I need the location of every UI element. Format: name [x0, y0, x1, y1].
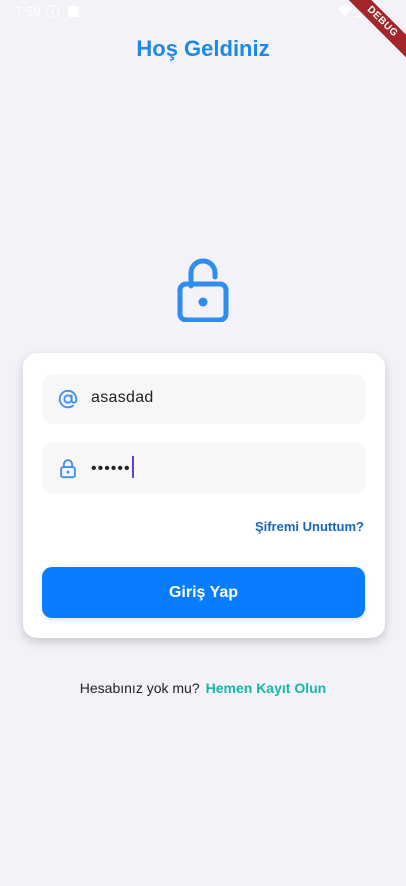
at-sign-icon [58, 389, 78, 409]
password-dots: •••••• [91, 460, 131, 478]
wifi-icon [338, 5, 352, 17]
notification-icon [68, 6, 79, 17]
status-time: 7:59 [15, 4, 41, 19]
login-screen: 7:59 i DEBUG Hoş Geldiniz asasdad ••••••… [0, 0, 406, 886]
email-value: asasdad [91, 389, 154, 406]
login-card: asasdad •••••• Şifremi Unuttum? Giriş Ya… [23, 353, 385, 638]
lock-open-icon [177, 258, 229, 322]
info-icon: i [46, 5, 59, 18]
login-button[interactable]: Giriş Yap [42, 567, 365, 618]
status-bar: 7:59 i [0, 0, 406, 24]
password-value: •••••• [91, 456, 134, 480]
lock-icon [60, 459, 76, 479]
signup-prompt: Hesabınız yok mu? [79, 680, 200, 696]
text-cursor [131, 456, 134, 478]
signup-row: Hesabınız yok mu? Hemen Kayıt Olun [0, 680, 406, 696]
page-title: Hoş Geldiniz [136, 36, 270, 61]
email-field[interactable]: asasdad [43, 374, 365, 424]
password-field[interactable]: •••••• [43, 443, 365, 493]
forgot-password-link[interactable]: Şifremi Unuttum? [255, 519, 364, 534]
signup-link[interactable]: Hemen Kayıt Olun [206, 680, 327, 696]
